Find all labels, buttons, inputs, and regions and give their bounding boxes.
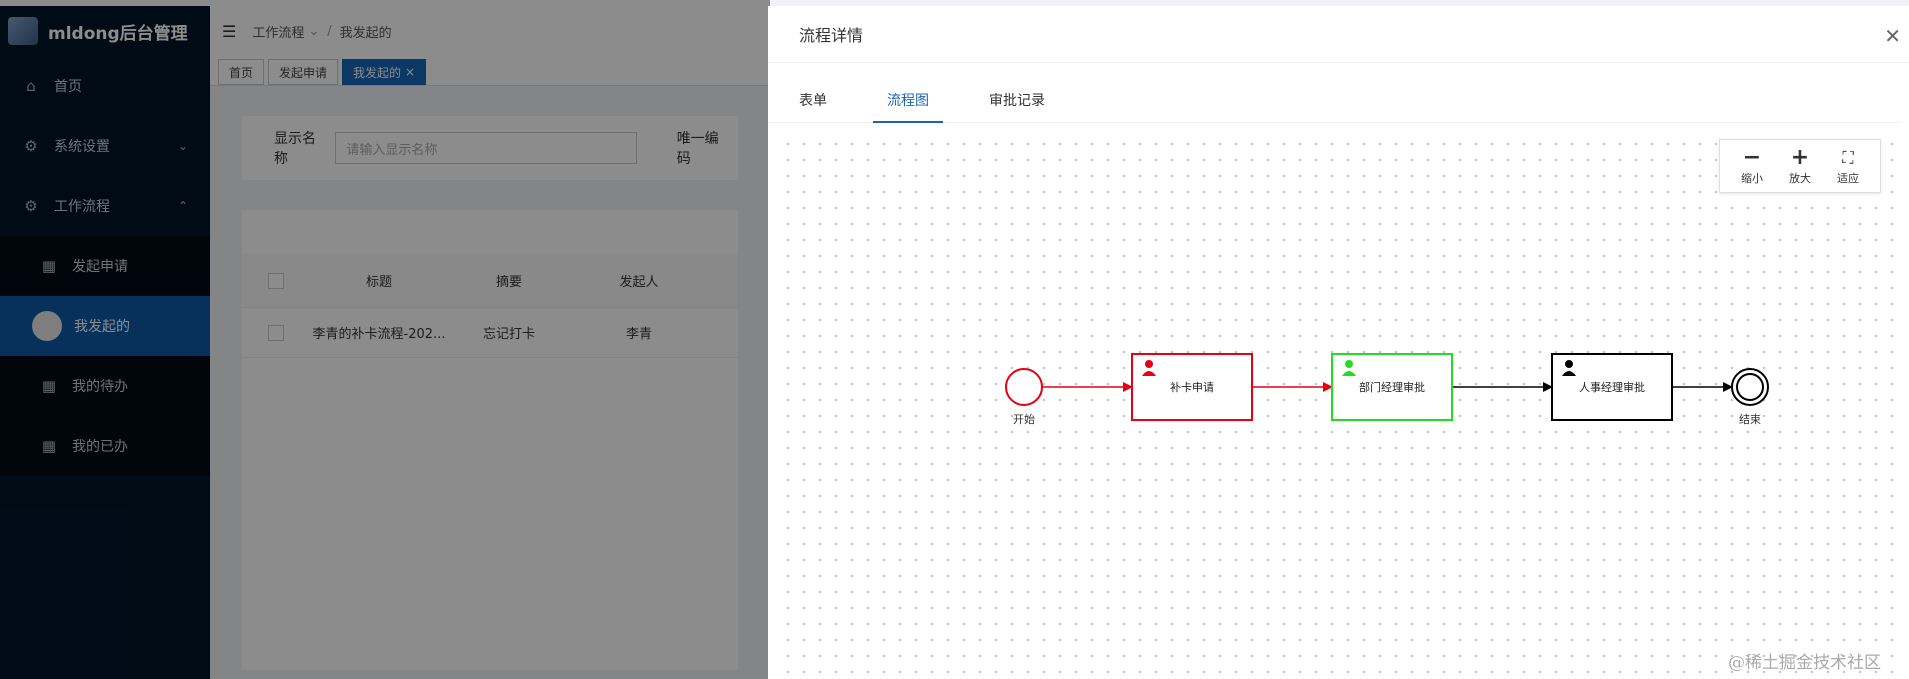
drawer-title: 流程详情 — [799, 26, 864, 45]
node-label: 部门经理审批 — [1359, 380, 1425, 394]
flow-diagram: 开始 补卡申请 部门经理审批 人事经理审批 结束 — [1005, 353, 1769, 426]
tab-flowchart[interactable]: 流程图 — [873, 90, 943, 123]
node-label: 补卡申请 — [1170, 381, 1214, 394]
start-node[interactable]: 开始 — [1005, 368, 1043, 426]
close-icon[interactable]: ✕ — [1884, 24, 1901, 48]
tab-approval-records[interactable]: 审批记录 — [989, 90, 1045, 122]
node-label: 结束 — [1739, 413, 1761, 426]
zoom-in-label: 放大 — [1789, 172, 1811, 185]
zoom-out-label: 缩小 — [1741, 172, 1763, 185]
flow-canvas[interactable]: 开始 补卡申请 部门经理审批 人事经理审批 结束 — [776, 130, 1901, 679]
modal-mask[interactable] — [0, 0, 770, 679]
fit-label: 适应 — [1837, 172, 1859, 185]
process-detail-drawer: 流程详情 ✕ 表单 流程图 审批记录 开始 补卡申请 部门经理审批 人事经理审批… — [768, 6, 1909, 679]
node-label: 开始 — [1013, 412, 1035, 426]
task-node-hr-manager-approval[interactable]: 人事经理审批 — [1551, 353, 1673, 421]
watermark: @稀土掘金技术社区 — [1728, 653, 1881, 673]
fit-screen-icon: ⛶ — [1842, 148, 1854, 167]
task-node-dept-manager-approval[interactable]: 部门经理审批 — [1331, 353, 1453, 421]
end-node[interactable]: 结束 — [1731, 368, 1769, 426]
zoom-in-button[interactable]: + 放大 — [1789, 146, 1811, 186]
zoom-out-button[interactable]: − 缩小 — [1741, 146, 1763, 186]
zoom-toolbar: − 缩小 + 放大 ⛶ 适应 — [1719, 139, 1881, 193]
fit-button[interactable]: ⛶ 适应 — [1837, 146, 1859, 186]
drawer-tabs: 表单 流程图 审批记录 — [768, 63, 1901, 123]
minus-icon: − — [1742, 145, 1762, 170]
tab-form[interactable]: 表单 — [799, 90, 827, 122]
node-label: 人事经理审批 — [1579, 380, 1645, 394]
task-node-card-application[interactable]: 补卡申请 — [1131, 353, 1253, 421]
plus-icon: + — [1790, 145, 1810, 170]
drawer-header: 流程详情 ✕ — [768, 6, 1909, 63]
